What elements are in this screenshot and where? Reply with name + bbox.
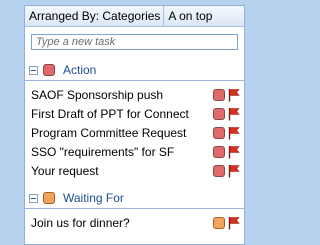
sort-order-button[interactable]: A on top: [164, 6, 216, 26]
arranged-by-button[interactable]: Arranged By: Categories: [25, 6, 165, 26]
flag-icon[interactable]: [228, 107, 240, 121]
group-label: Waiting For: [63, 191, 124, 205]
task-subject: Program Committee Request: [31, 125, 187, 140]
task-subject: SSO "requirements" for SF: [31, 144, 175, 159]
flag-icon[interactable]: [228, 164, 240, 178]
task-row[interactable]: Program Committee Request: [25, 123, 244, 142]
group-header-action[interactable]: Action: [25, 60, 244, 81]
group-header-waiting-for[interactable]: Waiting For: [25, 188, 244, 209]
task-subject: Your request: [31, 163, 99, 178]
task-subject: Join us for dinner?: [31, 215, 130, 230]
category-icon[interactable]: [213, 126, 225, 139]
task-row[interactable]: SSO "requirements" for SF: [25, 142, 244, 161]
category-icon[interactable]: [213, 216, 225, 229]
task-row[interactable]: First Draft of PPT for Connect: [25, 104, 244, 123]
task-subject: First Draft of PPT for Connect: [31, 106, 189, 121]
category-icon[interactable]: [213, 164, 225, 177]
flag-icon[interactable]: [228, 216, 240, 230]
category-color-icon: [43, 64, 55, 76]
task-subject: SAOF Sponsorship push: [31, 87, 164, 102]
collapse-icon[interactable]: [29, 65, 38, 75]
category-color-icon: [43, 192, 55, 204]
flag-icon[interactable]: [228, 88, 240, 102]
task-row[interactable]: Your request: [25, 161, 244, 180]
flag-icon[interactable]: [228, 145, 240, 159]
task-list-header: Arranged By: Categories A on top: [25, 6, 244, 27]
group-label: Action: [63, 63, 97, 77]
category-icon[interactable]: [213, 107, 225, 120]
category-icon[interactable]: [213, 145, 225, 158]
new-task-input[interactable]: Type a new task: [31, 34, 238, 50]
flag-icon[interactable]: [228, 126, 240, 140]
todo-bar-task-pane: Arranged By: Categories A on top Type a …: [24, 5, 245, 245]
collapse-icon[interactable]: [29, 193, 38, 203]
task-row[interactable]: Join us for dinner?: [25, 213, 244, 232]
task-row[interactable]: SAOF Sponsorship push: [25, 85, 244, 104]
category-icon[interactable]: [213, 88, 225, 101]
